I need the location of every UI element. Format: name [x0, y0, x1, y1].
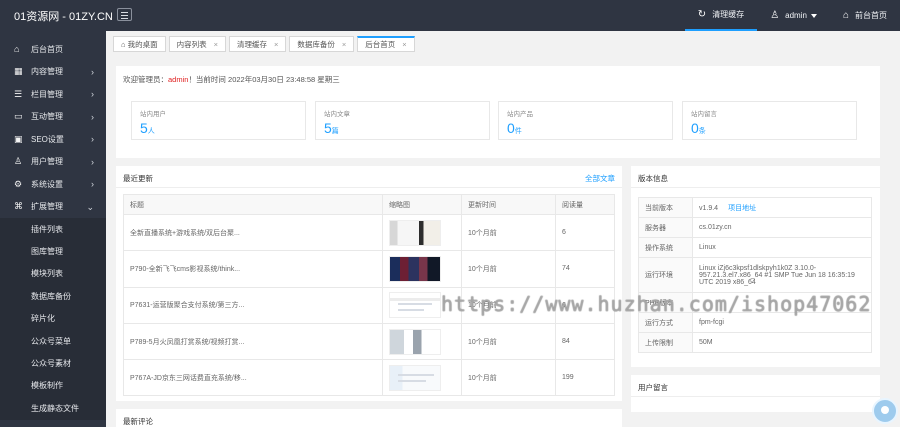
- list-icon: ☰: [14, 88, 23, 99]
- latest-comments-card: 最新评论: [116, 409, 622, 427]
- submenu-item-wechat-menu[interactable]: 公众号菜单: [0, 330, 106, 352]
- tab-dashboard[interactable]: 后台首页 ×: [357, 36, 415, 52]
- refresh-icon: ↻: [697, 9, 707, 20]
- info-row: 上传限制 50M: [638, 332, 872, 353]
- site-logo-text: 01资源网 - 01ZY.CN: [14, 11, 113, 23]
- page-tabs: ⌂ 我的桌面 内容列表 × 清理缓存 × 数据库备份 × 后台首页 ×: [113, 35, 418, 53]
- sidebar-navigation: ⌂ 后台首页 ▦ 内容管理 › ☰ 栏目管理 › ▭ 互动管理 › ▣ SEO设置 › ♙ 用户管理…: [0, 31, 106, 427]
- submenu-item-template-maker[interactable]: 模板制作: [0, 375, 106, 397]
- recent-updates-card: 最近更新 全部文章 标题 缩略图 更新时间 阅读量 全新直播系统+游戏系统/双后…: [116, 166, 622, 401]
- sidebar-item-columns[interactable]: ☰ 栏目管理 ›: [0, 83, 106, 106]
- chevron-right-icon: ›: [91, 134, 94, 144]
- welcome-message: 欢迎管理员：admin！当前时间 2022年03月30日 23:48:58 星期…: [123, 75, 340, 84]
- extension-icon: ⌘: [14, 201, 23, 212]
- table-row[interactable]: P767A-JD京东三网话费直充系统/移... 10个月前 199: [123, 359, 615, 397]
- version-info-table: 当前版本 v1.9.4 项目地址 服务器 cs.01zy.cn 操作系统 Linux 运…: [638, 197, 872, 353]
- info-row: 操作系统 Linux: [638, 237, 872, 258]
- chevron-right-icon: ›: [91, 66, 94, 77]
- tab-clear-cache[interactable]: 清理缓存 ×: [229, 36, 287, 52]
- chevron-right-icon: ›: [91, 89, 94, 99]
- close-icon[interactable]: ×: [402, 40, 406, 49]
- welcome-card: 欢迎管理员：admin！当前时间 2022年03月30日 23:48:58 星期…: [116, 66, 880, 158]
- tab-my-desktop[interactable]: ⌂ 我的桌面: [113, 36, 166, 52]
- chevron-down-icon: [810, 13, 817, 18]
- article-thumbnail[interactable]: [389, 292, 441, 319]
- project-url-link[interactable]: 项目地址: [728, 205, 756, 212]
- clear-cache-label: 清理缓存: [712, 10, 745, 19]
- sidebar-item-interaction[interactable]: ▭ 互动管理 ›: [0, 106, 106, 129]
- chat-icon: ▭: [14, 111, 23, 122]
- info-row: 服务器 cs.01zy.cn: [638, 217, 872, 238]
- sidebar-item-seo[interactable]: ▣ SEO设置 ›: [0, 128, 106, 151]
- chevron-right-icon: ›: [91, 111, 94, 122]
- article-thumbnail[interactable]: [389, 255, 441, 282]
- stat-card-messages: 站内留言 0条: [682, 101, 857, 140]
- sidebar-item-system[interactable]: ⚙ 系统设置 ›: [0, 173, 106, 196]
- front-home-button[interactable]: ⌂ 前台首页: [830, 0, 900, 31]
- submenu-item-database-backup[interactable]: 数据库备份: [0, 285, 106, 307]
- grid-icon: ▦: [14, 66, 23, 77]
- watermark-text: https://www.huzhan.com/ishop47062: [441, 292, 872, 316]
- table-row[interactable]: 全新直播系统+游戏系统/双后台聚... 10个月前 6: [123, 213, 615, 252]
- article-thumbnail[interactable]: [389, 328, 441, 355]
- version-info-header: 版本信息: [631, 166, 880, 188]
- close-icon[interactable]: ×: [274, 40, 278, 49]
- tab-content-list[interactable]: 内容列表 ×: [168, 36, 227, 52]
- gear-icon: ⚙: [14, 178, 23, 189]
- user-messages-header: 用户留言: [631, 375, 880, 397]
- sidebar-item-dashboard[interactable]: ⌂ 后台首页: [0, 38, 106, 61]
- recent-updates-header: 最近更新 全部文章: [116, 166, 622, 188]
- welcome-admin-name: admin: [168, 75, 189, 84]
- submenu-item-static-files[interactable]: 生成静态文件: [0, 397, 106, 419]
- home-icon: ⌂: [842, 10, 849, 21]
- submenu-item-fragments[interactable]: 碎片化: [0, 308, 106, 330]
- table-header-row: 标题 缩略图 更新时间 阅读量: [123, 194, 615, 215]
- close-icon[interactable]: ×: [342, 40, 346, 49]
- support-avatar-icon[interactable]: [872, 398, 898, 424]
- sidebar-item-content[interactable]: ▦ 内容管理 ›: [0, 61, 106, 84]
- table-row[interactable]: P790-全新飞飞cms影视系统/think... 10个月前 74: [123, 250, 615, 288]
- close-icon[interactable]: ×: [214, 40, 218, 49]
- article-thumbnail[interactable]: [389, 364, 441, 391]
- all-articles-link[interactable]: 全部文章: [585, 173, 615, 184]
- submenu-item-modules[interactable]: 模块列表: [0, 263, 106, 285]
- clear-cache-button[interactable]: ↻ 清理缓存: [684, 0, 758, 31]
- submenu-item-wechat-materials[interactable]: 公众号素材: [0, 352, 106, 374]
- menu-icon[interactable]: [117, 8, 132, 21]
- home-icon: ⌂: [121, 39, 128, 49]
- submenu-item-gallery[interactable]: 图库管理: [0, 240, 106, 262]
- stat-card-users: 站内用户 5人: [131, 101, 306, 140]
- tab-database-backup[interactable]: 数据库备份 ×: [289, 36, 355, 52]
- home-icon: ⌂: [14, 44, 20, 55]
- chevron-down-icon: ⌄: [86, 201, 94, 212]
- version-info-card: 版本信息 当前版本 v1.9.4 项目地址 服务器 cs.01zy.cn 操作系统 Li…: [631, 166, 880, 367]
- table-row[interactable]: P789-5月火凤凰打赏系统/视频打赏... 10个月前 84: [123, 322, 615, 361]
- article-thumbnail[interactable]: [389, 219, 441, 246]
- admin-user-menu[interactable]: ♙ admin: [757, 0, 830, 31]
- info-row: 运行环境 Linux iZj6c3kpsf1dlskpyh1k0Z 3.10.0-…: [638, 257, 872, 293]
- sidebar-item-extensions[interactable]: ⌘ 扩展管理 ⌄: [0, 196, 106, 219]
- top-actions: ↻ 清理缓存 ♙ admin ⌂ 前台首页: [684, 0, 900, 31]
- admin-label: admin: [785, 11, 807, 20]
- front-home-label: 前台首页: [855, 11, 887, 20]
- stat-card-articles: 站内文章 5篇: [315, 101, 490, 140]
- user-messages-card: 用户留言: [631, 375, 880, 412]
- sidebar-item-users[interactable]: ♙ 用户管理 ›: [0, 151, 106, 174]
- user-icon: ♙: [770, 10, 780, 21]
- user-icon: ♙: [14, 156, 23, 167]
- submenu-item-plugins[interactable]: 插件列表: [0, 218, 106, 240]
- top-navigation-bar: 01资源网 - 01ZY.CN ↻ 清理缓存 ♙ admin ⌂ 前台首页: [0, 0, 900, 31]
- stat-card-products: 站内产品 0件: [498, 101, 673, 140]
- chevron-right-icon: ›: [91, 156, 94, 167]
- chevron-right-icon: ›: [91, 179, 94, 189]
- info-row: 当前版本 v1.9.4 项目地址: [638, 197, 872, 218]
- extensions-submenu: 插件列表 图库管理 模块列表 数据库备份 碎片化 公众号菜单 公众号素材 模板制…: [0, 218, 106, 420]
- monitor-icon: ▣: [14, 133, 23, 144]
